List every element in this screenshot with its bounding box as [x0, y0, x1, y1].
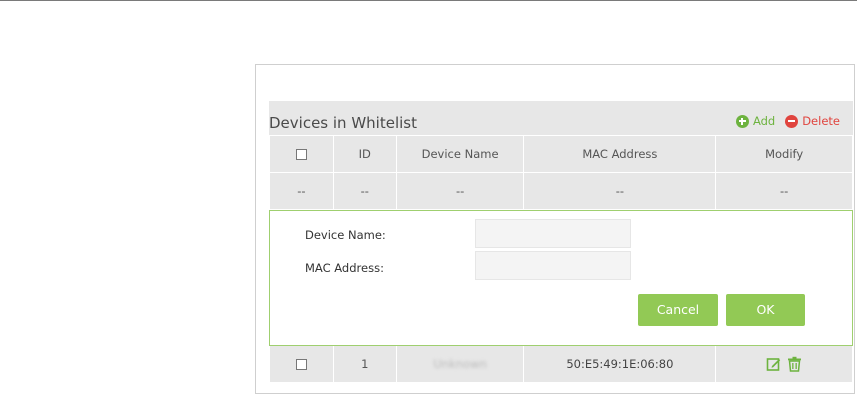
device-name-label: Device Name: [305, 228, 386, 242]
minus-circle-icon [785, 114, 799, 128]
trash-icon[interactable] [787, 356, 802, 372]
delete-button[interactable]: Delete [785, 114, 840, 128]
header-divider [0, 0, 857, 1]
select-all-checkbox[interactable] [295, 149, 307, 160]
column-header-id: ID [332, 135, 397, 173]
table-header-row: ID Device Name MAC Address Modify [269, 135, 853, 173]
add-label: Add [752, 114, 776, 128]
table-cell: -- [523, 172, 717, 210]
ok-button[interactable]: OK [726, 294, 805, 326]
edit-form: Device Name: MAC Address: Cancel OK [269, 210, 853, 346]
table-toolbar: Add Delete [735, 113, 840, 129]
mac-address-label: MAC Address: [305, 261, 384, 275]
edit-icon[interactable] [766, 356, 781, 372]
row-device-name: Unknown [395, 345, 525, 383]
row-select-cell [269, 345, 334, 383]
table-cell: -- [269, 172, 334, 210]
cancel-button[interactable]: Cancel [638, 294, 718, 326]
row-modify-cell [715, 345, 853, 383]
whitelist-panel: Devices in Whitelist Add Delete ID Devic… [255, 64, 855, 394]
select-all-cell [269, 135, 334, 173]
add-button[interactable]: Add [735, 114, 776, 128]
column-header-modify: Modify [715, 135, 853, 173]
device-name-input[interactable] [475, 219, 631, 248]
device-name-text: Unknown [433, 357, 487, 371]
column-header-mac-address: MAC Address [523, 135, 717, 173]
table-row: 1 Unknown 50:E5:49:1E:06:80 [269, 345, 853, 383]
plus-circle-icon [735, 114, 749, 128]
row-id: 1 [332, 345, 397, 383]
placeholder-row: -- -- -- -- -- [269, 172, 853, 210]
table-cell: -- [395, 172, 525, 210]
row-checkbox[interactable] [295, 359, 307, 370]
table-cell: -- [332, 172, 397, 210]
section-title: Devices in Whitelist [269, 114, 417, 132]
row-mac-address: 50:E5:49:1E:06:80 [523, 345, 717, 383]
delete-label: Delete [802, 114, 840, 128]
column-header-device-name: Device Name [395, 135, 525, 173]
table-cell: -- [715, 172, 853, 210]
mac-address-input[interactable] [475, 251, 631, 280]
